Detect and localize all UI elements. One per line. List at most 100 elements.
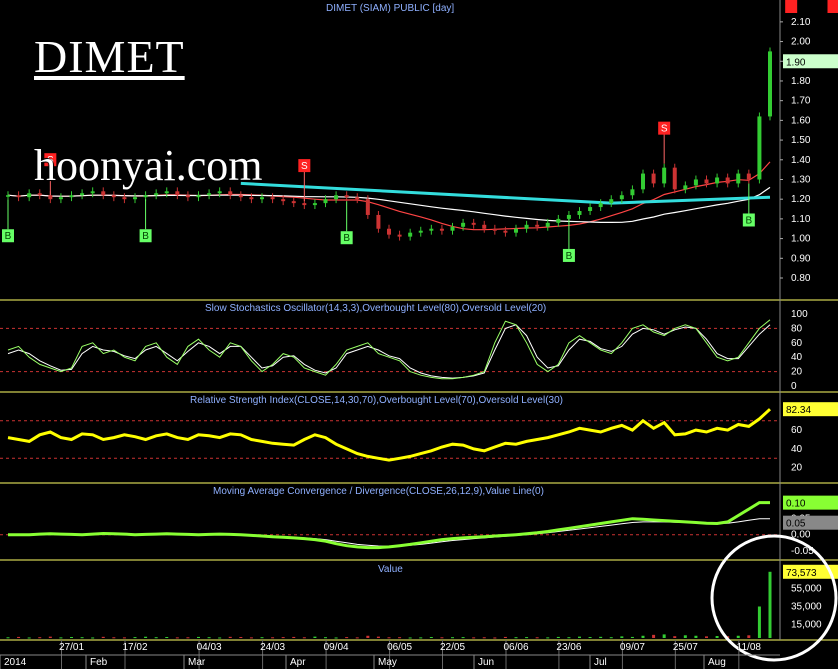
date-tick-label: 11/08: [737, 642, 762, 653]
volume-bar: [376, 636, 380, 638]
volume-bar: [419, 637, 423, 639]
volume-bar: [461, 637, 465, 639]
volume-bar: [747, 635, 751, 638]
candle-body: [609, 199, 614, 204]
candle-body: [207, 193, 212, 196]
price-tick-label: 2.10: [791, 17, 811, 28]
candle-body: [704, 179, 709, 184]
volume-bar: [472, 637, 476, 639]
buy-signal-letter: B: [745, 215, 752, 226]
stochastic-tick-label: 100: [791, 309, 808, 320]
candle-body: [471, 222, 476, 225]
stochastic-tick-label: 20: [791, 367, 803, 378]
volume-bar: [302, 637, 306, 639]
month-label: Apr: [290, 657, 306, 668]
candle-body: [6, 195, 10, 197]
candle-body: [503, 230, 508, 233]
site-watermark: hoonyai.com: [34, 141, 263, 190]
volume-bar: [609, 637, 613, 639]
macd-last-label: 0.10: [786, 499, 806, 510]
candle-body: [746, 173, 751, 180]
macd-panel-title: Moving Average Convergence / Divergence(…: [213, 486, 544, 497]
volume-bar: [101, 636, 105, 638]
month-label: Mar: [188, 657, 206, 668]
volume-bar: [271, 637, 275, 639]
candle-body: [556, 218, 561, 223]
volume-bar: [80, 637, 84, 639]
candle-body: [397, 234, 402, 237]
candle-body: [376, 214, 381, 229]
buy-signal-letter: B: [5, 231, 12, 242]
date-tick-label: 17/02: [122, 642, 147, 653]
date-tick-label: 25/07: [673, 642, 698, 653]
volume-bar: [17, 636, 21, 638]
volume-bar: [207, 637, 211, 639]
candle-body: [418, 230, 423, 233]
date-tick-label: 06/05: [387, 642, 412, 653]
date-tick-label: 22/05: [440, 642, 465, 653]
rsi-tick-label: 40: [791, 444, 803, 455]
volume-bar: [408, 637, 412, 639]
candle-body: [461, 222, 466, 227]
candle-body: [365, 199, 370, 215]
stochastic-tick-label: 80: [791, 323, 803, 334]
candle-body: [651, 173, 656, 184]
candle-body: [662, 167, 667, 184]
macd-line: [8, 501, 770, 550]
candle-body: [387, 228, 391, 235]
volume-bar: [175, 637, 179, 639]
month-label: 2014: [4, 657, 27, 668]
month-label: May: [378, 657, 397, 668]
stochastic-tick-label: 60: [791, 338, 803, 349]
sell-signal-letter: S: [301, 161, 308, 172]
candle-body: [228, 191, 233, 196]
volume-bar: [91, 637, 95, 639]
volume-bar: [567, 637, 571, 639]
candle-body: [408, 232, 413, 237]
volume-bar: [218, 637, 222, 639]
candle-body: [535, 224, 540, 227]
volume-bar: [186, 637, 190, 639]
macd-signal-line: [7, 518, 770, 547]
volume-bar: [641, 635, 645, 638]
price-tick-label: 1.10: [791, 214, 811, 225]
candle-body: [37, 193, 42, 196]
candle-body: [111, 195, 116, 198]
candle-body: [185, 195, 190, 198]
trend-line: [240, 181, 612, 205]
candle-body: [545, 222, 550, 227]
volume-bar: [705, 636, 708, 638]
volume-bar: [48, 636, 52, 638]
candle-body: [291, 201, 296, 204]
rsi-line: [7, 408, 772, 462]
candle-body: [725, 177, 730, 184]
candle-body: [715, 177, 720, 184]
volume-bar: [122, 637, 126, 639]
candle-body: [598, 203, 603, 208]
volume-bar: [736, 635, 740, 638]
price-tick-label: 1.70: [791, 96, 811, 107]
volume-bar: [440, 637, 444, 639]
volume-bar: [292, 636, 296, 638]
volume-bar: [366, 635, 370, 638]
volume-bar: [546, 637, 550, 639]
date-tick-label: 24/03: [260, 642, 285, 653]
volume-tick-label: 35,000: [791, 602, 822, 613]
candle-body: [672, 167, 677, 190]
rsi-last-label: 82.34: [786, 405, 811, 416]
candle-body: [588, 207, 593, 212]
candle-body: [58, 197, 63, 200]
date-tick-label: 23/06: [556, 642, 581, 653]
candle-body: [217, 191, 222, 194]
rsi-tick-label: 20: [791, 463, 803, 474]
volume-bar: [683, 635, 687, 638]
candle-body: [249, 197, 254, 200]
volume-bar: [588, 637, 592, 639]
volume-tick-label: 15,000: [791, 620, 822, 631]
volume-bar: [70, 637, 73, 639]
volume-bar: [345, 637, 349, 639]
stochastic-tick-label: 40: [791, 352, 803, 363]
buy-signal-letter: B: [343, 233, 350, 244]
volume-bar: [757, 606, 761, 638]
volume-bar: [6, 637, 10, 639]
